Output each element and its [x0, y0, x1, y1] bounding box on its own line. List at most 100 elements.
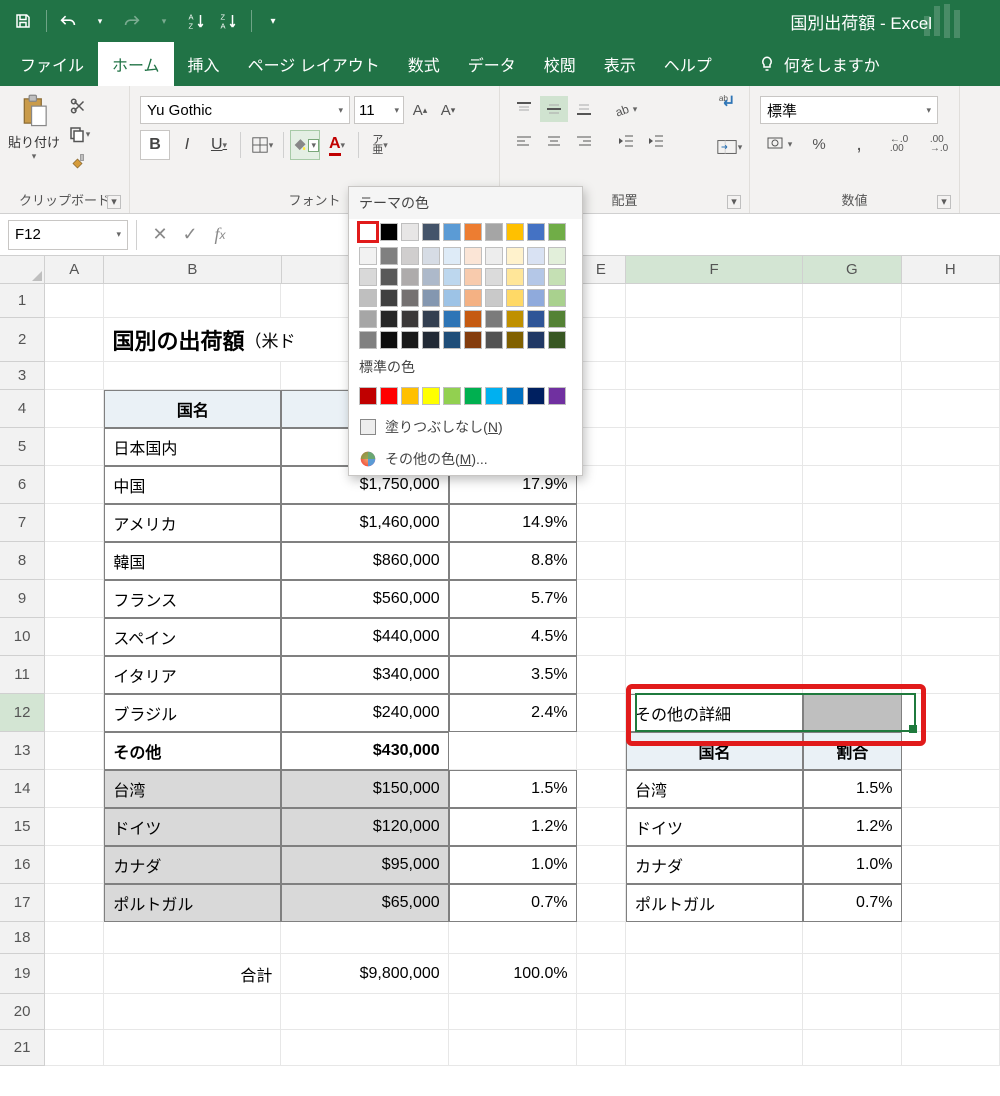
- more-colors-item[interactable]: その他の色(M)...: [349, 443, 582, 475]
- decrease-font-button[interactable]: A▾: [436, 97, 460, 123]
- theme-color-swatch[interactable]: [506, 223, 524, 241]
- cell-G12[interactable]: [803, 694, 902, 732]
- theme-shade-swatch[interactable]: [422, 289, 440, 307]
- cell-E[interactable]: [577, 994, 626, 1030]
- font-color-button[interactable]: A▾: [322, 130, 352, 160]
- cell-B16[interactable]: カナダ: [104, 846, 281, 884]
- cell-H[interactable]: [902, 362, 1000, 390]
- cell-C7[interactable]: $1,460,000: [281, 504, 448, 542]
- clipboard-launcher[interactable]: ▾: [107, 195, 121, 209]
- qat-customize[interactable]: ▾: [258, 6, 288, 36]
- theme-shade-swatch[interactable]: [506, 331, 524, 349]
- theme-shade-swatch[interactable]: [485, 310, 503, 328]
- theme-shade-swatch[interactable]: [506, 247, 524, 265]
- theme-shade-swatch[interactable]: [380, 268, 398, 286]
- cell-B9[interactable]: フランス: [104, 580, 281, 618]
- cell-B7[interactable]: アメリカ: [104, 504, 281, 542]
- hdr-country[interactable]: 国名: [104, 390, 281, 428]
- theme-shade-swatch[interactable]: [485, 331, 503, 349]
- standard-color-swatch[interactable]: [527, 387, 545, 405]
- cell-G15[interactable]: 1.2%: [803, 808, 902, 846]
- enter-button[interactable]: ✓: [175, 220, 205, 250]
- cell-C9[interactable]: $560,000: [281, 580, 448, 618]
- cell-D17[interactable]: 0.7%: [449, 884, 577, 922]
- qat-save-button[interactable]: [8, 6, 38, 36]
- cell-H[interactable]: [902, 1030, 1000, 1066]
- theme-shade-swatch[interactable]: [380, 310, 398, 328]
- align-bottom-button[interactable]: [570, 96, 598, 122]
- cell-E[interactable]: [577, 922, 626, 954]
- tab-insert[interactable]: 挿入: [174, 42, 234, 86]
- row-header-6[interactable]: 6: [0, 466, 45, 504]
- theme-shade-swatch[interactable]: [506, 310, 524, 328]
- align-left-button[interactable]: [510, 128, 538, 154]
- cell-C[interactable]: [281, 1030, 448, 1066]
- cell-E[interactable]: [577, 390, 626, 428]
- cell-B[interactable]: [104, 1030, 281, 1066]
- cut-button[interactable]: [66, 94, 92, 118]
- theme-shade-swatch[interactable]: [359, 268, 377, 286]
- cell-B11[interactable]: イタリア: [104, 656, 281, 694]
- theme-shade-swatch[interactable]: [464, 247, 482, 265]
- col-header-G[interactable]: G: [803, 256, 901, 283]
- theme-shade-swatch[interactable]: [464, 331, 482, 349]
- tab-file[interactable]: ファイル: [6, 42, 98, 86]
- row-header-2[interactable]: 2: [0, 318, 45, 362]
- theme-shade-swatch[interactable]: [443, 268, 461, 286]
- cell-G[interactable]: [803, 318, 902, 362]
- cell-B12[interactable]: ブラジル: [104, 694, 281, 732]
- bold-button[interactable]: B: [140, 130, 170, 160]
- cell-G[interactable]: [803, 994, 901, 1030]
- standard-color-swatch[interactable]: [401, 387, 419, 405]
- row-header-4[interactable]: 4: [0, 390, 45, 428]
- cell-H[interactable]: [902, 284, 1000, 318]
- tab-view[interactable]: 表示: [590, 42, 650, 86]
- format-painter-button[interactable]: [66, 150, 92, 174]
- italic-button[interactable]: I: [172, 130, 202, 160]
- cell-B13[interactable]: その他: [104, 732, 281, 770]
- cell-D[interactable]: [449, 922, 577, 954]
- theme-shade-swatch[interactable]: [485, 247, 503, 265]
- orientation-button[interactable]: ab▾: [612, 96, 640, 122]
- tab-page-layout[interactable]: ページ レイアウト: [234, 42, 394, 86]
- cell-F12[interactable]: その他の詳細: [626, 694, 803, 732]
- cell-C8[interactable]: $860,000: [281, 542, 448, 580]
- row-header-1[interactable]: 1: [0, 284, 45, 318]
- theme-shade-swatch[interactable]: [464, 268, 482, 286]
- decrease-decimal-button[interactable]: .00→.0: [920, 130, 958, 158]
- theme-shade-swatch[interactable]: [464, 310, 482, 328]
- row-header-18[interactable]: 18: [0, 922, 45, 954]
- cell-D7[interactable]: 14.9%: [449, 504, 577, 542]
- increase-font-button[interactable]: A▴: [408, 97, 432, 123]
- cell-B15[interactable]: ドイツ: [104, 808, 281, 846]
- standard-color-swatch[interactable]: [359, 387, 377, 405]
- standard-color-swatch[interactable]: [506, 387, 524, 405]
- row-header-14[interactable]: 14: [0, 770, 45, 808]
- theme-shade-swatch[interactable]: [527, 289, 545, 307]
- cell-A[interactable]: [45, 1030, 104, 1066]
- cell-F[interactable]: [626, 318, 803, 362]
- row-header-16[interactable]: 16: [0, 846, 45, 884]
- cell-C[interactable]: [281, 922, 448, 954]
- font-name-dropdown[interactable]: Yu Gothic▾: [140, 96, 350, 124]
- cell-G13[interactable]: 割合: [803, 732, 902, 770]
- theme-shade-swatch[interactable]: [548, 310, 566, 328]
- theme-shade-swatch[interactable]: [548, 247, 566, 265]
- cell-F[interactable]: [626, 994, 803, 1030]
- merge-button[interactable]: ▾: [715, 134, 743, 160]
- cell-F17[interactable]: ポルトガル: [626, 884, 803, 922]
- cell-D19[interactable]: 100.0%: [449, 954, 577, 994]
- fill-color-button[interactable]: ▾: [290, 130, 320, 160]
- theme-color-swatch[interactable]: [422, 223, 440, 241]
- copy-button[interactable]: ▾: [66, 122, 92, 146]
- cell-G14[interactable]: 1.5%: [803, 770, 902, 808]
- cell-H[interactable]: [901, 318, 1000, 362]
- cell-F13[interactable]: 国名: [626, 732, 803, 770]
- theme-color-swatch[interactable]: [380, 223, 398, 241]
- qat-redo-more[interactable]: ▾: [149, 6, 179, 36]
- row-header-12[interactable]: 12: [0, 694, 45, 732]
- theme-shade-swatch[interactable]: [359, 289, 377, 307]
- theme-shade-swatch[interactable]: [443, 289, 461, 307]
- wrap-text-button[interactable]: ab: [713, 90, 743, 116]
- align-middle-button[interactable]: [540, 96, 568, 122]
